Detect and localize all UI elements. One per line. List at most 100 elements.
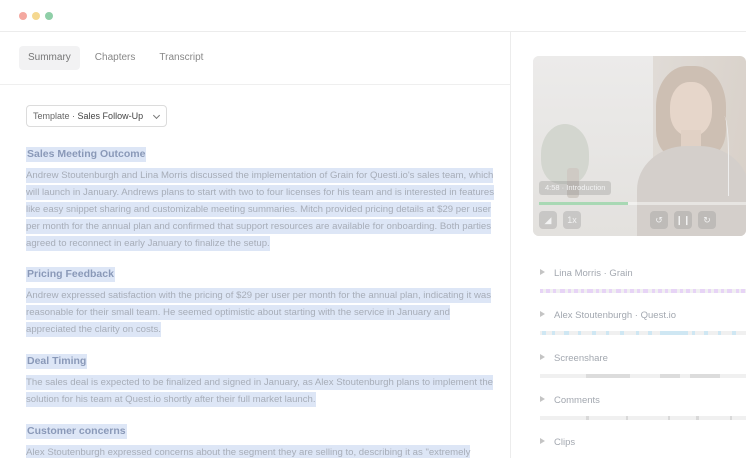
section-title: Sales Meeting Outcome: [26, 147, 147, 162]
play-icon[interactable]: [540, 269, 545, 276]
timeline-segment[interactable]: [587, 289, 593, 293]
timeline-segment[interactable]: [652, 289, 655, 293]
timeline-segment[interactable]: [727, 289, 732, 293]
timeline-segment[interactable]: [581, 289, 584, 293]
timeline-segment[interactable]: [732, 331, 736, 335]
media-panel: 4:58 · Introduction ◢ 1x ↺ ❙❙ ↻ Lina Mor…: [512, 32, 746, 458]
rewind-icon[interactable]: ↺: [650, 211, 668, 229]
earphone-wire: [719, 116, 729, 196]
section-body-text: Alex Stoutenburgh expressed concerns abo…: [26, 445, 471, 458]
play-icon[interactable]: [540, 354, 545, 361]
timeline-segment[interactable]: [626, 416, 628, 420]
person-face: [670, 82, 712, 136]
timeline-segment[interactable]: [637, 289, 640, 293]
timeline-segment[interactable]: [700, 289, 705, 293]
timeline-segment[interactable]: [730, 416, 732, 420]
track-lina-morris[interactable]: Lina Morris · Grain: [540, 267, 746, 293]
timeline-segment[interactable]: [574, 289, 578, 293]
timeline-segment[interactable]: [620, 331, 624, 335]
timeline-segment[interactable]: [660, 374, 680, 378]
video-progress-bar[interactable]: [539, 202, 746, 205]
video-progress-fill: [539, 202, 628, 205]
timeline-segment[interactable]: [602, 289, 606, 293]
volume-icon[interactable]: ◢: [539, 211, 557, 229]
timeline-segment[interactable]: [680, 289, 683, 293]
timeline-segment[interactable]: [658, 289, 662, 293]
timeline-segment[interactable]: [692, 331, 695, 335]
timeline-segment[interactable]: [648, 331, 652, 335]
timeline-segment[interactable]: [586, 416, 589, 420]
play-icon[interactable]: [540, 311, 545, 318]
timeline-segment[interactable]: [609, 289, 612, 293]
timeline-segment[interactable]: [596, 289, 599, 293]
playback-speed-button[interactable]: 1x: [563, 211, 581, 229]
section-title: Pricing Feedback: [26, 267, 115, 282]
section-body: The sales deal is expected to be finaliz…: [26, 374, 496, 408]
timeline-segment[interactable]: [578, 331, 581, 335]
timeline-segment[interactable]: [542, 331, 546, 335]
timeline-segment[interactable]: [721, 289, 724, 293]
section-sales-meeting-outcome: Sales Meeting Outcome Andrew Stoutenburg…: [26, 144, 496, 252]
track-label: Comments: [554, 395, 600, 406]
title-bar: [0, 0, 746, 32]
timeline-segment[interactable]: [546, 289, 550, 293]
track-bar[interactable]: [540, 289, 746, 293]
timeline-segment[interactable]: [671, 289, 677, 293]
timeline-segment[interactable]: [686, 289, 690, 293]
track-alex-stoutenburgh[interactable]: Alex Stoutenburgh · Quest.io: [540, 309, 746, 335]
timeline-segment[interactable]: [606, 331, 609, 335]
tab-transcript[interactable]: Transcript: [150, 46, 212, 70]
timeline-segment[interactable]: [660, 331, 688, 335]
pause-icon[interactable]: ❙❙: [674, 211, 692, 229]
section-body: Andrew expressed satisfaction with the p…: [26, 287, 496, 338]
timeline-segment[interactable]: [568, 289, 571, 293]
timeline-segment[interactable]: [624, 289, 627, 293]
timeline-segment[interactable]: [668, 416, 670, 420]
timeline-segment[interactable]: [718, 331, 721, 335]
track-comments[interactable]: Comments: [540, 394, 746, 420]
timeline-segment[interactable]: [736, 289, 739, 293]
timeline-segment[interactable]: [560, 289, 565, 293]
timeline-segment[interactable]: [564, 331, 569, 335]
play-icon[interactable]: [540, 438, 545, 445]
maximize-window-button[interactable]: [45, 12, 53, 20]
track-screenshare[interactable]: Screenshare: [540, 352, 746, 378]
timeline-segment[interactable]: [704, 331, 708, 335]
summary-panel: Summary Chapters Transcript Template · S…: [0, 32, 511, 458]
timeline-segment[interactable]: [552, 331, 555, 335]
timeline-segment[interactable]: [643, 289, 648, 293]
timeline-segment[interactable]: [714, 289, 718, 293]
track-bar[interactable]: [540, 374, 746, 378]
timeline-segment[interactable]: [665, 289, 668, 293]
track-bar[interactable]: [540, 331, 746, 335]
track-clips[interactable]: Clips: [540, 436, 746, 450]
video-timestamp: 4:58 · Introduction: [539, 181, 612, 195]
timeline-segment[interactable]: [696, 416, 699, 420]
minimize-window-button[interactable]: [32, 12, 40, 20]
track-label: Lina Morris · Grain: [554, 268, 633, 279]
section-body-text: The sales deal is expected to be finaliz…: [26, 375, 494, 407]
template-value: Sales Follow-Up: [77, 111, 144, 121]
timeline-segment[interactable]: [616, 289, 621, 293]
forward-icon[interactable]: ↻: [698, 211, 716, 229]
template-dropdown[interactable]: Template · Sales Follow-Up: [26, 105, 167, 127]
timeline-segment[interactable]: [690, 374, 720, 378]
timeline-segment[interactable]: [630, 289, 634, 293]
timeline-segment[interactable]: [586, 374, 630, 378]
timeline-segment[interactable]: [553, 289, 556, 293]
timeline-segment[interactable]: [693, 289, 696, 293]
chevron-down-icon: [152, 111, 161, 120]
video-player[interactable]: 4:58 · Introduction ◢ 1x ↺ ❙❙ ↻: [533, 56, 746, 236]
tab-summary[interactable]: Summary: [19, 46, 80, 70]
section-body-text: Andrew Stoutenburgh and Lina Morris disc…: [26, 168, 495, 251]
timeline-segment[interactable]: [636, 331, 639, 335]
timeline-segment[interactable]: [708, 289, 711, 293]
close-window-button[interactable]: [19, 12, 27, 20]
timeline-segment[interactable]: [540, 289, 543, 293]
timeline-segment[interactable]: [592, 331, 596, 335]
timeline-segment[interactable]: [741, 289, 745, 293]
track-bar[interactable]: [540, 416, 746, 420]
play-icon[interactable]: [540, 396, 545, 403]
tab-chapters[interactable]: Chapters: [86, 46, 145, 70]
tabs-divider: [0, 84, 510, 85]
